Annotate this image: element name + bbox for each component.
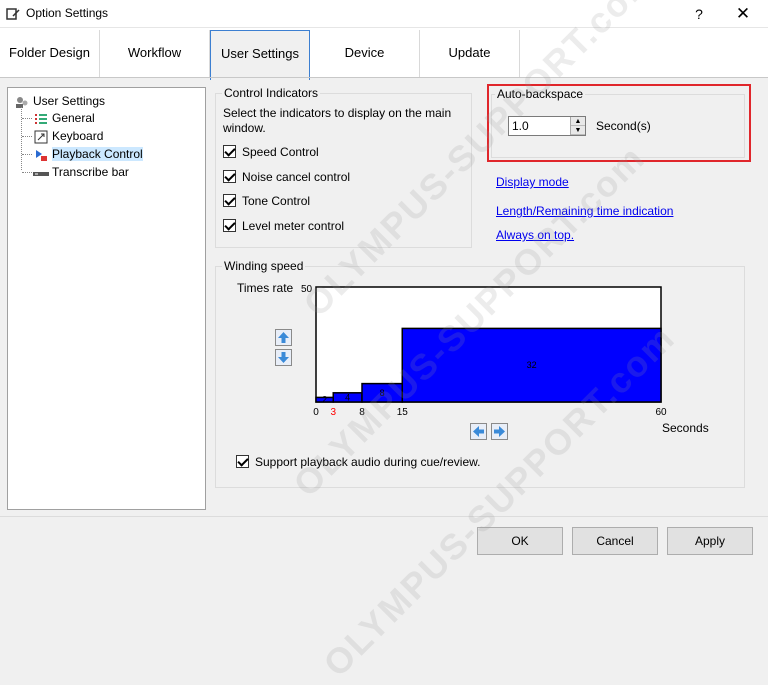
- speed-up-button[interactable]: [275, 329, 292, 346]
- cancel-button[interactable]: Cancel: [572, 527, 658, 555]
- chart-xtick-label: 0: [313, 407, 319, 418]
- chart-bar-label: 8: [380, 388, 385, 398]
- chart-bar-label: 4: [345, 392, 350, 402]
- chart-xtick-label: 15: [397, 407, 409, 418]
- chart-xtick-label: 3: [330, 407, 336, 418]
- speed-down-button[interactable]: [275, 349, 292, 366]
- chart-ytick-label: 50: [301, 284, 313, 295]
- support-playback-checkbox[interactable]: Support playback audio during cue/review…: [236, 454, 480, 470]
- time-right-button[interactable]: [491, 423, 508, 440]
- apply-button[interactable]: Apply: [667, 527, 753, 555]
- time-left-button[interactable]: [470, 423, 487, 440]
- chart-xtick-label: 8: [359, 407, 365, 418]
- checkbox-box[interactable]: [236, 455, 249, 468]
- chart-bar-label: 32: [527, 360, 537, 370]
- arrow-right-icon: [494, 426, 505, 437]
- checkbox-label: Support playback audio during cue/review…: [255, 455, 481, 469]
- chart-ylabel: Times rate: [237, 281, 294, 295]
- chart-xlabel: Seconds: [662, 421, 709, 435]
- winding-speed-chart[interactable]: Times rate 50 2 4 832 0 3 8 15 60 Seconds: [0, 0, 768, 569]
- chart-xtick-label: 60: [655, 407, 667, 418]
- arrow-down-icon: [278, 352, 289, 363]
- chart-bar-label: 2: [322, 395, 327, 405]
- ok-button[interactable]: OK: [477, 527, 563, 555]
- arrow-up-icon: [278, 332, 289, 343]
- arrow-left-icon: [473, 426, 484, 437]
